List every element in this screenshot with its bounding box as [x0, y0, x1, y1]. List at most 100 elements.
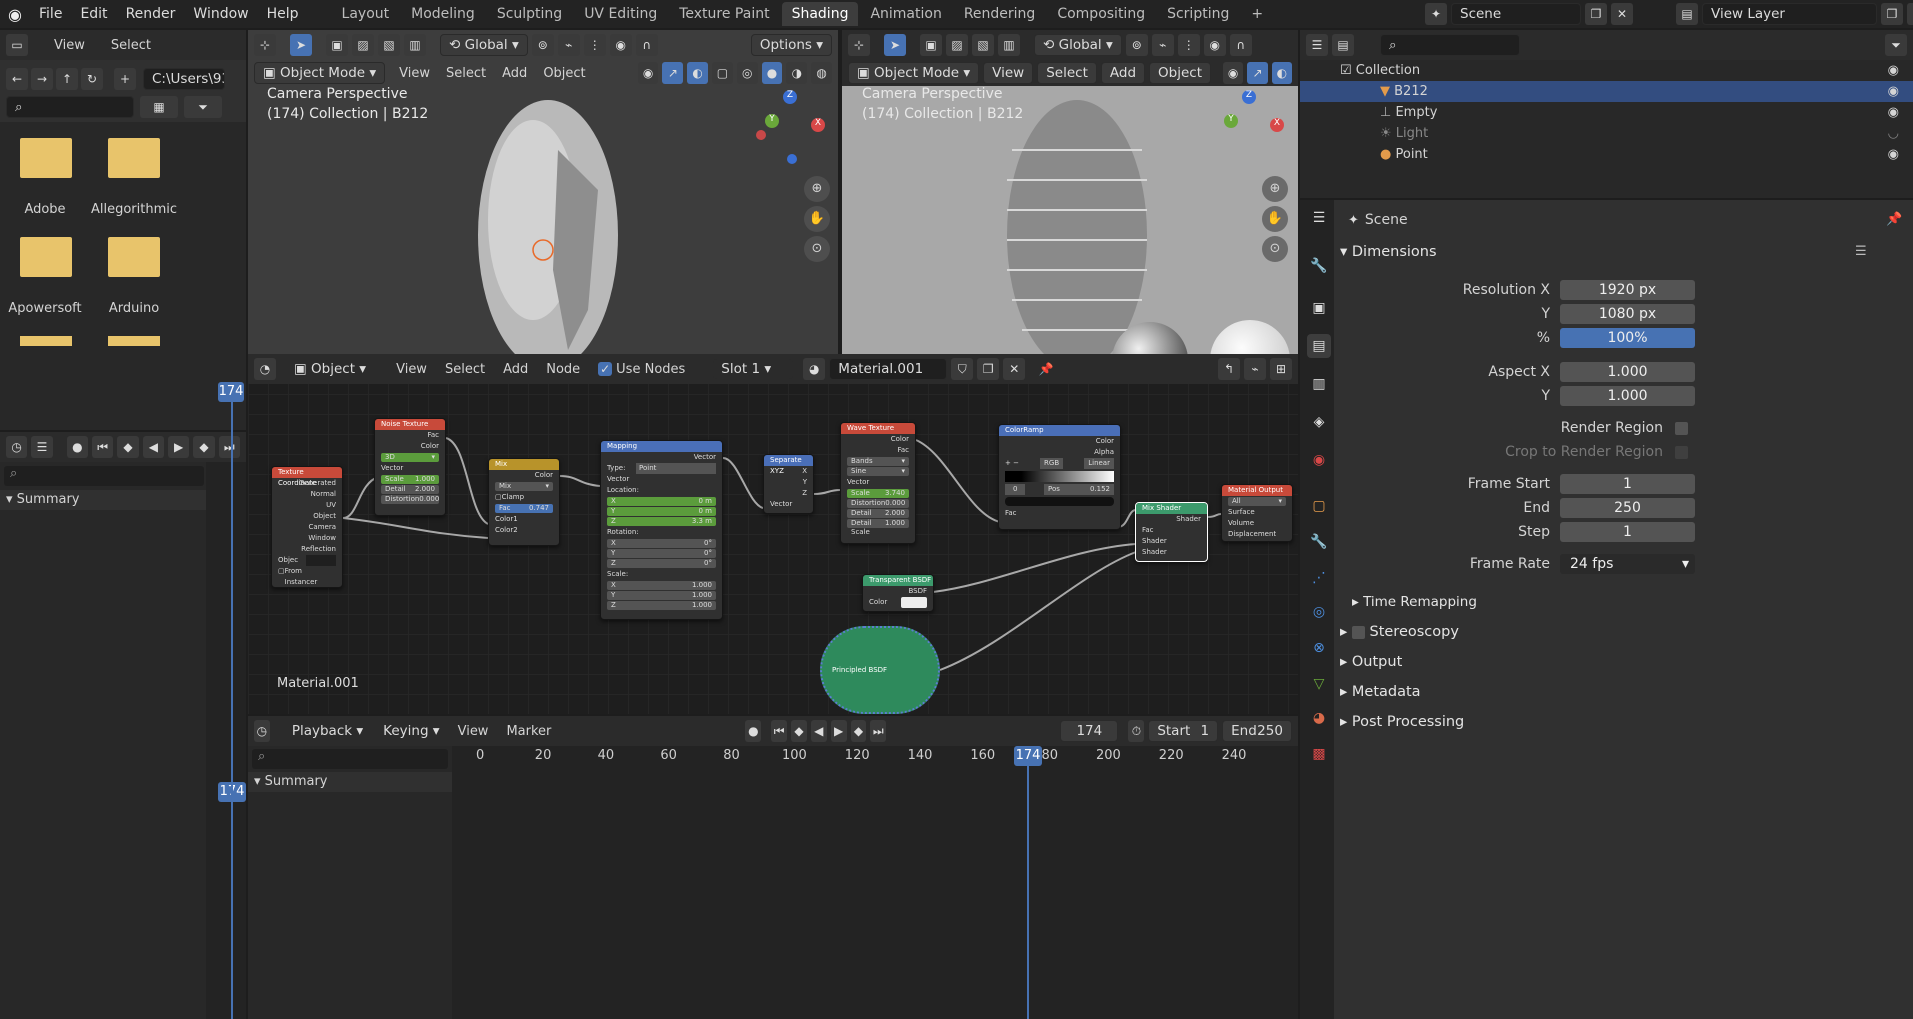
post-processing-section[interactable]: ▸ Post Processing [1340, 714, 1464, 730]
socket-label[interactable]: Reflection [272, 544, 342, 555]
xray-icon[interactable]: ▢ [712, 62, 733, 84]
summary-row[interactable]: ▾ Summary [248, 772, 452, 792]
view-layer-field[interactable]: View Layer [1702, 3, 1877, 25]
distortion-field[interactable]: Distortion 0.000 [381, 495, 439, 504]
editor-type-icon[interactable]: ◷ [254, 720, 270, 742]
editor-type-icon[interactable]: ▭ [6, 34, 28, 56]
outliner-row[interactable]: ● Point ◉ [1300, 144, 1913, 165]
presets-icon[interactable]: ☰ [1855, 244, 1867, 259]
folder-icon[interactable] [20, 138, 72, 178]
vp-menu-select[interactable]: Select [446, 66, 486, 81]
location-y-field[interactable]: Y 0 m [607, 507, 716, 516]
next-keyframe-icon[interactable]: ◆ [193, 436, 215, 458]
socket-label[interactable]: Vector [764, 499, 813, 510]
eye-icon[interactable]: ◉ [1888, 102, 1899, 123]
rendered-shading-icon[interactable]: ◍ [811, 62, 833, 84]
location-z-field[interactable]: Z 3.3 m [607, 517, 716, 526]
add-workspace-button[interactable]: + [1241, 2, 1273, 26]
frame-step-field[interactable]: 1 [1560, 522, 1695, 542]
select-extend-icon[interactable]: ▨ [946, 34, 968, 56]
socket-label[interactable]: BSDF [863, 586, 933, 597]
wave-type-dropdown[interactable]: Bands ▾ [847, 457, 909, 466]
visibility-icon[interactable]: ◉ [637, 62, 659, 84]
navigation-gizmo[interactable]: Z Y X [1222, 90, 1302, 170]
stereoscopy-checkbox[interactable] [1351, 625, 1365, 639]
menu-toggle-icon[interactable]: ☰ [31, 436, 53, 458]
blender-logo-icon[interactable]: ◉ [0, 5, 30, 24]
socket-label[interactable]: Color [999, 436, 1120, 447]
socket-label[interactable]: Color [375, 441, 445, 452]
aspect-y-field[interactable]: 1.000 [1560, 386, 1695, 406]
socket-label[interactable]: Vector [375, 463, 445, 474]
new-folder-icon[interactable]: + [114, 68, 136, 90]
vp-menu-view[interactable]: View [399, 66, 430, 81]
socket-label[interactable]: Color2 [489, 525, 559, 536]
eye-icon[interactable]: ◉ [1888, 60, 1899, 81]
jump-end-icon[interactable]: ⏭ [870, 720, 887, 742]
proportional-icon[interactable]: ◉ [609, 34, 632, 56]
location-x-field[interactable]: X 0 m [607, 497, 716, 506]
visibility-icon[interactable]: ◉ [1222, 62, 1244, 84]
socket-label[interactable]: Color [841, 434, 915, 445]
gizmo-z-axis[interactable]: Z [1242, 90, 1256, 104]
pin-icon[interactable]: 📌 [1886, 212, 1902, 227]
tab-uv-editing[interactable]: UV Editing [574, 2, 667, 26]
menu-render[interactable]: Render [117, 6, 185, 22]
scale-z-field[interactable]: Z 1.000 [607, 601, 716, 610]
select-tool-icon[interactable]: ➤ [290, 34, 312, 56]
color-row[interactable]: Color [863, 597, 933, 608]
pivot-icon[interactable]: ⊚ [531, 34, 554, 56]
sculpted-head-mesh[interactable] [448, 90, 648, 380]
transform-pivot-icon[interactable]: ⊹ [848, 34, 870, 56]
folder-icon[interactable] [20, 336, 72, 346]
gizmo-neg-x[interactable] [756, 130, 766, 140]
solid-shading-icon[interactable]: ● [761, 62, 783, 84]
node-noise-texture[interactable]: Noise Texture Fac Color 3D ▾ Vector Scale… [374, 418, 446, 516]
output-section[interactable]: ▸ Output [1340, 654, 1402, 670]
socket-label[interactable]: Vector [841, 477, 915, 488]
eye-icon[interactable]: ◉ [1888, 144, 1899, 165]
node-mapping[interactable]: Mapping Vector Type: Point Vector Locatio… [600, 440, 723, 620]
snap-target-icon[interactable]: ⋮ [583, 34, 606, 56]
orientation-dropdown[interactable]: ⟲ Global ▾ [1034, 34, 1122, 56]
summary-row[interactable]: ▾ Summary [0, 490, 206, 510]
resolution-y-field[interactable]: 1080 px [1560, 304, 1695, 324]
vp-menu-object[interactable]: Object [543, 66, 585, 81]
select-box-icon[interactable]: ▣ [326, 34, 348, 56]
outliner-row[interactable]: ⊥ Empty ◉ [1300, 102, 1913, 123]
render-region-checkbox[interactable] [1675, 421, 1688, 435]
tab-rendering[interactable]: Rendering [954, 2, 1046, 26]
physics-tab-icon[interactable]: ◎ [1307, 600, 1331, 624]
gizmo-neg-z[interactable] [787, 154, 797, 164]
socket-label[interactable]: Vector [601, 452, 722, 463]
socket-label[interactable]: Y [764, 477, 813, 488]
select-extend-icon[interactable]: ▨ [352, 34, 374, 56]
material-tab-icon[interactable]: ◕ [1307, 706, 1331, 730]
modifier-tab-icon[interactable]: 🔧 [1307, 530, 1331, 554]
display-mode-icon[interactable]: ▦ [140, 96, 178, 118]
keying-dropdown[interactable]: Keying ▾ [375, 721, 447, 741]
outliner-row[interactable]: ☑ Collection ◉ [1300, 60, 1913, 81]
select-invert-icon[interactable]: ▥ [998, 34, 1020, 56]
scale-y-field[interactable]: Y 1.000 [607, 591, 716, 600]
crop-checkbox[interactable] [1675, 445, 1688, 459]
tab-shading[interactable]: Shading [781, 2, 859, 26]
refresh-icon[interactable]: ↻ [81, 68, 103, 90]
pan-hand-icon[interactable]: ✋ [804, 206, 830, 232]
menu-window[interactable]: Window [184, 6, 257, 22]
fac-slider[interactable]: Fac 0.747 [495, 504, 553, 513]
playback-dropdown[interactable]: Playback ▾ [284, 721, 371, 741]
falloff-icon[interactable]: ∩ [635, 34, 658, 56]
texture-tab-icon[interactable]: ▩ [1307, 742, 1331, 766]
gizmo-y-axis[interactable]: Y [765, 114, 779, 128]
eye-icon[interactable]: ◉ [1888, 81, 1899, 102]
options-dropdown[interactable]: Options ▾ [750, 34, 832, 56]
wireframe-shading-icon[interactable]: ◎ [736, 62, 758, 84]
properties-type-icon[interactable]: ☰ [1307, 206, 1331, 230]
stop-color-swatch[interactable] [1005, 497, 1114, 506]
pan-hand-icon[interactable]: ✋ [1262, 206, 1288, 232]
falloff-icon[interactable]: ∩ [1229, 34, 1252, 56]
tl-menu-view[interactable]: View [458, 724, 489, 739]
scene-icon[interactable]: ✦ [1425, 3, 1447, 25]
zoom-icon[interactable]: ⊕ [1262, 176, 1288, 202]
